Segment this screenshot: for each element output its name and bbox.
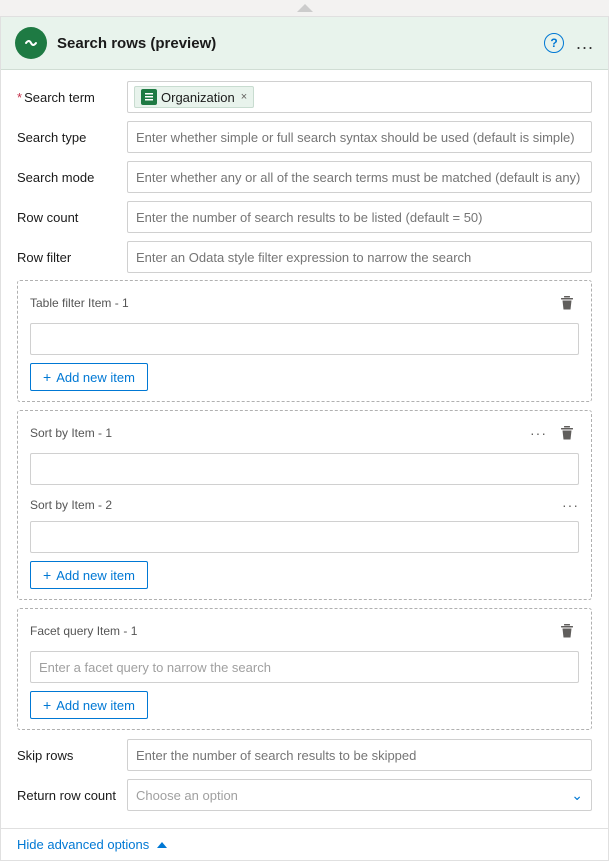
organization-tag: Organization × — [134, 86, 254, 108]
plus-icon: + — [43, 567, 51, 583]
facet-query-header: Facet query Item - 1 — [30, 619, 579, 643]
sort-add-button[interactable]: + Add new item — [30, 561, 148, 589]
skip-rows-input[interactable] — [127, 739, 592, 771]
form-body: *Search term Organization × — [1, 70, 608, 828]
table-icon — [141, 89, 157, 105]
table-filter-section: Table filter Item - 1 account + Add new … — [17, 280, 592, 402]
return-row-count-dropdown[interactable]: Choose an option ⌄ — [127, 779, 592, 811]
sort-item2-actions: ··· — [562, 497, 579, 513]
dropdown-placeholder: Choose an option — [136, 788, 238, 803]
hide-advanced-label: Hide advanced options — [17, 837, 149, 852]
panel-header: Search rows (preview) ? ... — [1, 17, 608, 70]
facet-query-add-button[interactable]: + Add new item — [30, 691, 148, 719]
hide-advanced-options[interactable]: Hide advanced options — [1, 828, 608, 860]
sort-item1-more-icon[interactable]: ··· — [530, 425, 547, 441]
row-count-row: Row count — [17, 200, 592, 234]
sort-item1-actions: ··· — [530, 421, 579, 445]
table-filter-actions — [555, 291, 579, 315]
chevron-down-icon: ⌄ — [571, 787, 583, 804]
return-row-count-label: Return row count — [17, 788, 127, 803]
row-filter-input[interactable] — [127, 241, 592, 273]
panel-title: Search rows (preview) — [57, 35, 534, 52]
search-mode-label: Search mode — [17, 170, 127, 185]
sort-by-section: Sort by Item - 1 ··· @search.score desc … — [17, 410, 592, 600]
search-type-input[interactable] — [127, 121, 592, 153]
search-rows-panel: Search rows (preview) ? ... *Search term — [0, 16, 609, 861]
sort-item2-input[interactable]: name asc — [30, 521, 579, 553]
search-term-label: *Search term — [17, 90, 127, 105]
search-term-field[interactable]: Organization × — [127, 81, 592, 113]
tag-close-icon[interactable]: × — [241, 91, 247, 103]
help-icon[interactable]: ? — [544, 33, 564, 53]
table-filter-add-button[interactable]: + Add new item — [30, 363, 148, 391]
sort-item2-header: Sort by Item - 2 ··· — [30, 497, 579, 513]
table-filter-header: Table filter Item - 1 — [30, 291, 579, 315]
row-filter-row: Row filter — [17, 240, 592, 274]
facet-query-actions — [555, 619, 579, 643]
facet-query-delete-icon[interactable] — [555, 619, 579, 643]
more-options-icon[interactable]: ... — [576, 33, 594, 54]
table-filter-delete-icon[interactable] — [555, 291, 579, 315]
table-filter-input[interactable]: account — [30, 323, 579, 355]
facet-query-label: Facet query Item - 1 — [30, 624, 137, 638]
search-mode-input[interactable] — [127, 161, 592, 193]
sort-item1-label: Sort by Item - 1 — [30, 426, 112, 440]
facet-query-input[interactable] — [30, 651, 579, 683]
table-filter-label: Table filter Item - 1 — [30, 296, 129, 310]
skip-rows-row: Skip rows — [17, 738, 592, 772]
sort-item2-label: Sort by Item - 2 — [30, 498, 112, 512]
return-row-count-row: Return row count Choose an option ⌄ — [17, 778, 592, 812]
app-logo — [15, 27, 47, 59]
plus-icon: + — [43, 369, 51, 385]
header-action-icons: ? ... — [544, 33, 594, 54]
chevron-up-icon — [157, 842, 167, 848]
sort-item1-header: Sort by Item - 1 ··· — [30, 421, 579, 445]
facet-query-section: Facet query Item - 1 + Add new item — [17, 608, 592, 730]
sort-item1-input[interactable]: @search.score desc — [30, 453, 579, 485]
sort-item2-more-icon[interactable]: ··· — [562, 497, 579, 513]
plus-icon: + — [43, 697, 51, 713]
top-arrow-indicator — [0, 0, 609, 16]
search-type-label: Search type — [17, 130, 127, 145]
row-count-input[interactable] — [127, 201, 592, 233]
search-type-row: Search type — [17, 120, 592, 154]
row-filter-label: Row filter — [17, 250, 127, 265]
skip-rows-label: Skip rows — [17, 748, 127, 763]
sort-item1-delete-icon[interactable] — [555, 421, 579, 445]
search-mode-row: Search mode — [17, 160, 592, 194]
row-count-label: Row count — [17, 210, 127, 225]
search-term-row: *Search term Organization × — [17, 80, 592, 114]
